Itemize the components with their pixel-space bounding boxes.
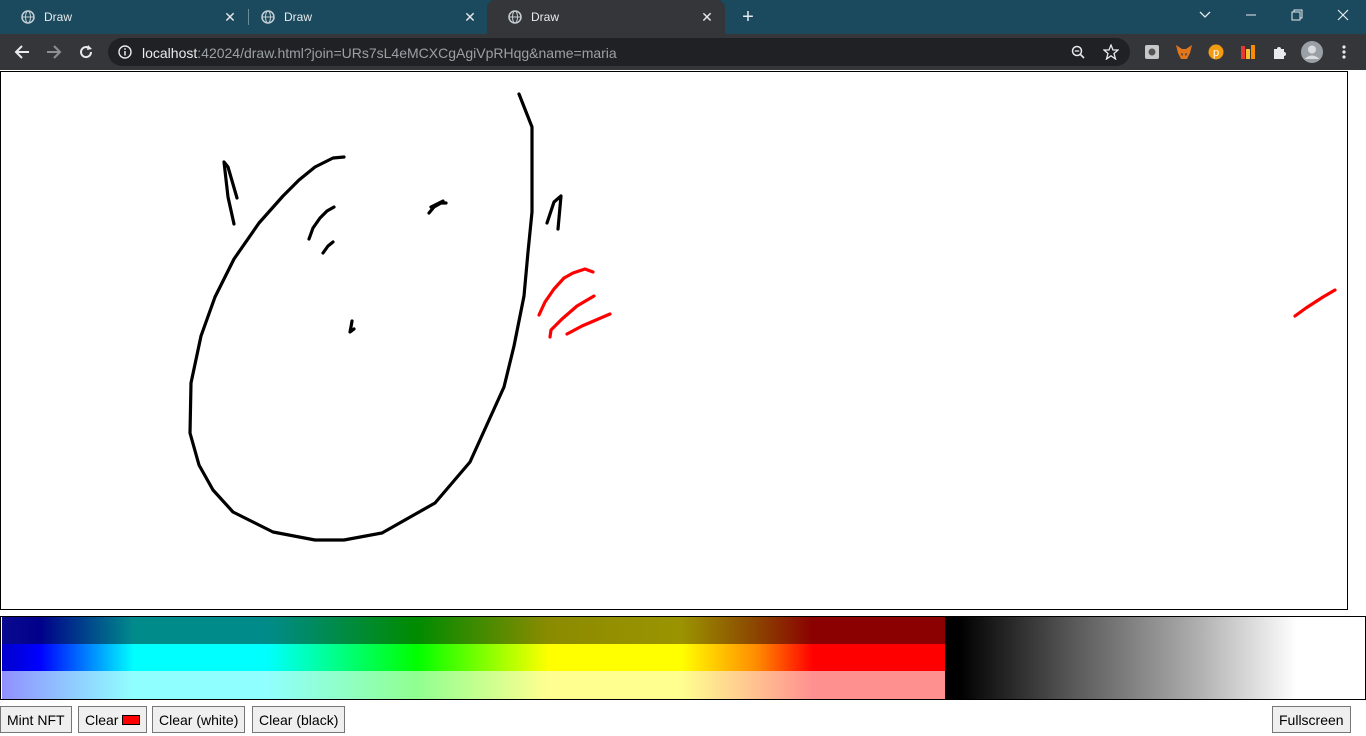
browser-tab-active[interactable]: Draw ✕ bbox=[487, 0, 725, 34]
bookmark-star-icon[interactable] bbox=[1102, 43, 1120, 65]
info-icon[interactable] bbox=[118, 45, 132, 64]
browser-tab[interactable]: Draw ✕ bbox=[240, 0, 488, 34]
close-tab-icon[interactable]: ✕ bbox=[699, 9, 715, 25]
color-palette[interactable] bbox=[0, 616, 1366, 700]
mint-nft-button[interactable]: Mint NFT bbox=[0, 706, 72, 733]
back-icon[interactable] bbox=[8, 38, 36, 66]
control-buttons: Mint NFT Clear Clear (white) Clear (blac… bbox=[0, 706, 1366, 734]
tab-search-icon[interactable] bbox=[1182, 0, 1228, 30]
svg-text:p: p bbox=[1213, 47, 1219, 59]
minimize-icon[interactable] bbox=[1228, 0, 1274, 30]
stroke-red-dash bbox=[1293, 288, 1337, 318]
profile-avatar-icon[interactable] bbox=[1300, 40, 1324, 64]
browser-tab[interactable]: Draw ✕ bbox=[0, 0, 248, 34]
tab-title: Draw bbox=[284, 10, 313, 24]
extension-square-icon[interactable] bbox=[1142, 42, 1162, 62]
drawing-canvas[interactable] bbox=[0, 71, 1348, 610]
bright-hue-strip[interactable] bbox=[2, 644, 945, 671]
globe-icon bbox=[20, 9, 36, 25]
fullscreen-button[interactable]: Fullscreen bbox=[1272, 706, 1351, 733]
coin-extension-icon[interactable]: p bbox=[1206, 42, 1226, 62]
grayscale-strip[interactable] bbox=[945, 617, 1297, 699]
browser-tab-strip: Draw ✕ Draw ✕ Draw ✕ + bbox=[0, 0, 1366, 34]
stroke-red-whisker-1 bbox=[537, 267, 595, 317]
reload-icon[interactable] bbox=[72, 38, 100, 66]
browser-toolbar: localhost:42024/draw.html?join=URs7sL4eM… bbox=[0, 34, 1366, 70]
clear-color-swatch bbox=[122, 714, 141, 725]
stroke-left-ear bbox=[222, 160, 239, 226]
clear-white-button[interactable]: Clear (white) bbox=[152, 706, 246, 733]
dark-hue-strip[interactable] bbox=[2, 617, 945, 644]
kebab-menu-icon[interactable] bbox=[1334, 42, 1354, 62]
stroke-left-eye-lower bbox=[321, 240, 335, 255]
tab-title: Draw bbox=[44, 10, 73, 24]
close-tab-icon[interactable]: ✕ bbox=[462, 9, 478, 25]
tab-title: Draw bbox=[531, 10, 560, 24]
pastel-hue-strip[interactable] bbox=[2, 671, 945, 699]
restore-icon[interactable] bbox=[1274, 0, 1320, 30]
bar-extension-icon[interactable] bbox=[1238, 42, 1258, 62]
fox-wallet-icon[interactable] bbox=[1174, 42, 1194, 62]
new-tab-button[interactable]: + bbox=[736, 5, 760, 29]
stroke-nose bbox=[348, 319, 356, 334]
url-text: localhost:42024/draw.html?join=URs7sL4eM… bbox=[142, 45, 617, 61]
stroke-right-ear bbox=[545, 194, 563, 231]
clear-button[interactable]: Clear bbox=[78, 706, 148, 733]
stroke-red-whisker-3 bbox=[565, 312, 612, 336]
drawing-strokes bbox=[188, 92, 1337, 542]
stroke-face-outline bbox=[188, 92, 534, 542]
clear-button-label: Clear bbox=[85, 711, 119, 728]
url-host: localhost bbox=[142, 45, 198, 61]
url-path: :42024/draw.html?join=URs7sL4eMCXCgAgiVp… bbox=[197, 45, 617, 61]
zoom-icon[interactable] bbox=[1071, 45, 1085, 64]
globe-icon bbox=[260, 9, 276, 25]
puzzle-extensions-icon[interactable] bbox=[1270, 42, 1290, 62]
globe-icon bbox=[507, 9, 523, 25]
address-bar[interactable]: localhost:42024/draw.html?join=URs7sL4eM… bbox=[108, 38, 1130, 66]
stroke-left-eye bbox=[307, 205, 336, 241]
close-tab-icon[interactable]: ✕ bbox=[222, 9, 238, 25]
close-window-icon[interactable] bbox=[1320, 0, 1366, 30]
clear-black-button[interactable]: Clear (black) bbox=[252, 706, 346, 733]
forward-icon[interactable] bbox=[40, 38, 68, 66]
